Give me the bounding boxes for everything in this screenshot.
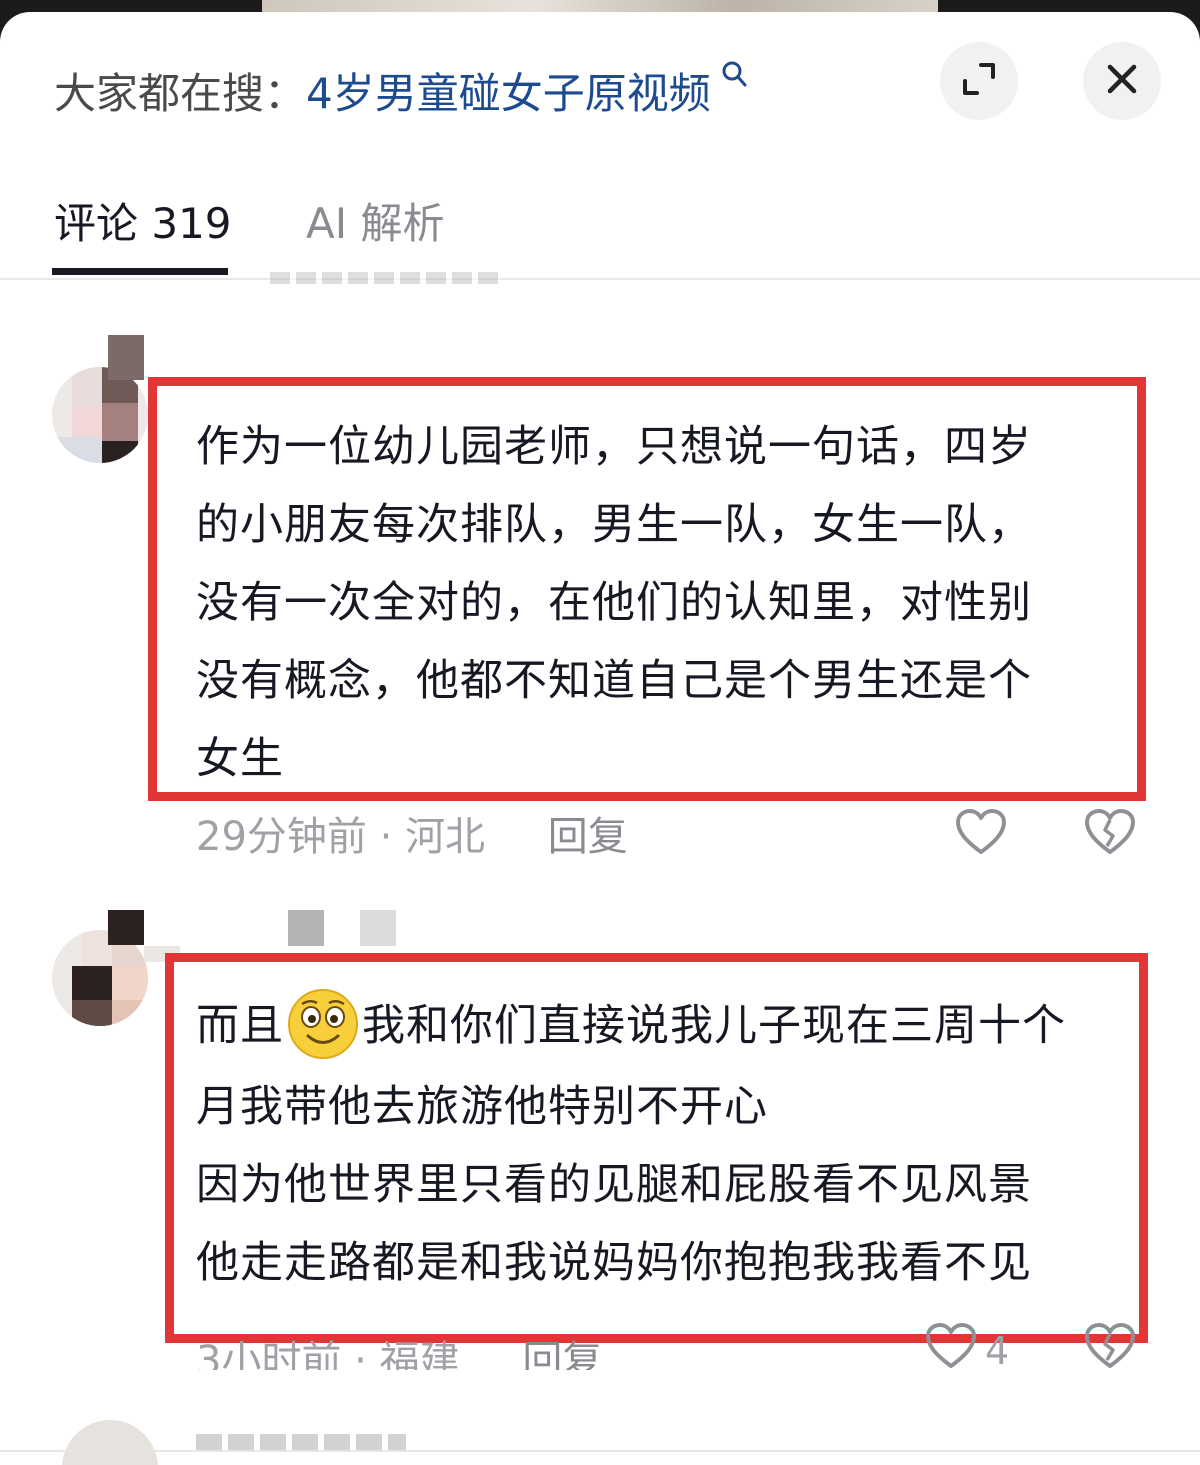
heart-icon xyxy=(925,1322,977,1379)
avatar[interactable] xyxy=(62,1420,158,1465)
dislike-button[interactable] xyxy=(1084,808,1136,860)
tab-ai-analysis[interactable]: AI 解析 xyxy=(306,190,444,251)
search-suggestion-label: 大家都在搜： xyxy=(54,69,307,118)
comment-location: 福建 xyxy=(379,1338,460,1370)
meta-separator: · xyxy=(379,814,393,860)
heart-icon xyxy=(955,808,1007,865)
reply-button[interactable]: 回复 xyxy=(522,1338,602,1370)
active-tab-indicator xyxy=(52,268,228,275)
expand-button[interactable] xyxy=(940,42,1018,120)
close-icon xyxy=(1104,61,1140,101)
broken-heart-icon xyxy=(1084,1323,1136,1374)
next-comment-cutoff xyxy=(0,1420,1200,1465)
next-username-cutoff xyxy=(196,1434,406,1450)
comment-meta: 29分钟前 · 河北 回复 xyxy=(196,804,628,862)
user-badge-blurred xyxy=(360,910,396,946)
divider xyxy=(0,1450,1200,1452)
like-button[interactable]: 4 xyxy=(925,1322,1009,1379)
username-blurred[interactable] xyxy=(108,335,144,380)
avatar[interactable] xyxy=(52,367,148,463)
comment-sheet: 大家都在搜：4岁男童碰女子原视频 评论 319 AI 解析 作为一位幼儿园老师，… xyxy=(0,12,1200,1465)
comment-location: 河北 xyxy=(405,814,486,860)
comment-meta: 3小时前 · 福建 回复 xyxy=(196,1328,602,1370)
close-button[interactable] xyxy=(1083,42,1161,120)
comment-time: 29分钟前 xyxy=(196,814,367,860)
meta-separator: · xyxy=(354,1338,367,1370)
previous-comment-cutoff xyxy=(270,270,510,284)
broken-heart-icon xyxy=(1084,809,1136,860)
comment-text: 作为一位幼儿园老师，只想说一句话，四岁 的小朋友每次排队，男生一队，女生一队， … xyxy=(196,422,1032,784)
smiling-face-emoji xyxy=(286,987,360,1061)
like-count: 4 xyxy=(985,1328,1010,1373)
like-button[interactable] xyxy=(955,808,1007,865)
user-badge-blurred xyxy=(288,910,324,946)
search-suggestion-query[interactable]: 4岁男童碰女子原视频 xyxy=(306,69,711,118)
search-icon[interactable] xyxy=(713,61,747,95)
search-suggestion[interactable]: 大家都在搜：4岁男童碰女子原视频 xyxy=(54,60,747,121)
dislike-button[interactable] xyxy=(1084,1322,1136,1374)
username-blurred[interactable] xyxy=(144,946,180,962)
tab-bar: 评论 319 AI 解析 xyxy=(0,182,1200,280)
comment-time: 3小时前 xyxy=(196,1338,342,1370)
username-blurred[interactable] xyxy=(108,910,144,945)
expand-icon xyxy=(959,59,999,103)
reply-button[interactable]: 回复 xyxy=(548,814,628,860)
comment-text: 而且 我和你们直接说我儿子现在三周十个 月我带他去旅游他特别不开心 因为他世界里只… xyxy=(196,984,1066,1302)
tab-comments[interactable]: 评论 319 xyxy=(54,190,232,251)
